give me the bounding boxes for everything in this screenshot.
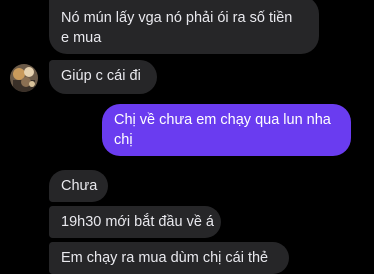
message-bubble-incoming[interactable]: Em chạy ra mua dùm chị cái thẻ (49, 242, 289, 274)
message-text-line: e mua (61, 30, 102, 46)
message-text-line: chị (114, 132, 133, 148)
message-bubble-incoming[interactable]: 19h30 mới bắt đầu về á (49, 206, 221, 238)
message-bubble-outgoing[interactable]: Chị về chưa em chạy qua lun nha chị (102, 104, 351, 156)
message-text-line: Em chạy ra mua dùm chị cái thẻ (61, 250, 269, 266)
message-text-line: Nó mún lấy vga nó phải ói ra số tiền (61, 10, 293, 26)
message-text-line: 19h30 mới bắt đầu về á (61, 214, 215, 230)
contact-avatar[interactable] (10, 64, 38, 92)
contact-avatar-photo-icon (10, 64, 38, 92)
message-bubble-incoming[interactable]: Chưa (49, 170, 108, 202)
message-text-line: Chị về chưa em chạy qua lun nha (114, 112, 331, 128)
message-text-line: Giúp c cái đi (61, 68, 141, 84)
message-text-line: Chưa (61, 178, 98, 194)
message-thread: Nó mún lấy vga nó phải ói ra số tiền e m… (0, 0, 374, 274)
message-bubble-incoming[interactable]: Giúp c cái đi (49, 60, 157, 94)
message-bubble-incoming[interactable]: Nó mún lấy vga nó phải ói ra số tiền e m… (49, 0, 319, 54)
